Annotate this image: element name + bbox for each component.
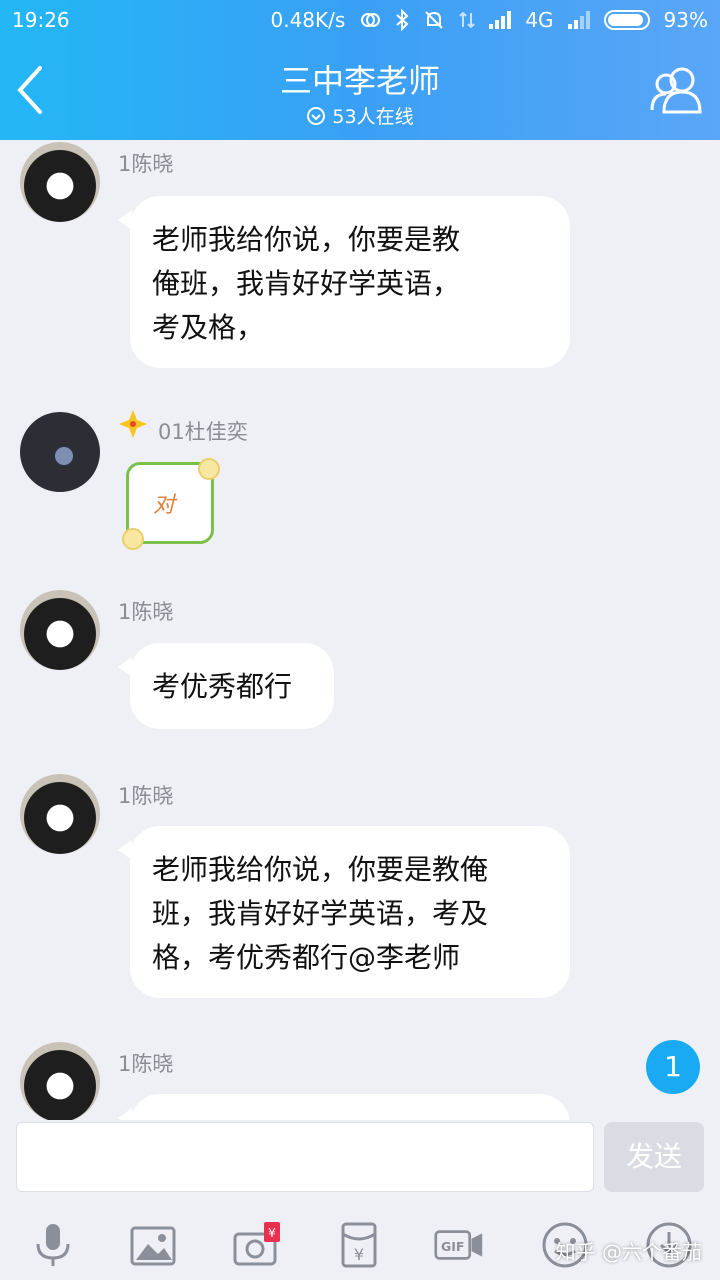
avatar-chenxiao[interactable] bbox=[20, 142, 100, 222]
svg-text:¥: ¥ bbox=[354, 1245, 364, 1264]
chevron-circle-icon bbox=[307, 106, 326, 125]
message-line: 考优秀都行 bbox=[152, 670, 293, 703]
sticker-text: 对 bbox=[153, 493, 176, 518]
network-type: 4G bbox=[525, 8, 554, 32]
bluetooth-icon bbox=[396, 9, 409, 31]
status-icons: 0.48K/s 4G 93% bbox=[271, 8, 709, 32]
send-button[interactable]: 发送 bbox=[604, 1122, 704, 1192]
gif-icon[interactable]: GIF bbox=[434, 1220, 484, 1270]
svg-text:¥: ¥ bbox=[268, 1226, 276, 1240]
flower-icon bbox=[198, 458, 220, 480]
message-line: 老师我给你说，你要是教俺 bbox=[152, 853, 489, 886]
sender-name: 1陈晓 bbox=[118, 152, 174, 176]
message-line: 俺班，我肯好好学英语， bbox=[152, 267, 461, 300]
header: 19:26 0.48K/s 4G 93% 三中李老师 53人在线 bbox=[0, 0, 720, 140]
sticker-message[interactable]: 对 bbox=[118, 452, 230, 552]
battery-percent: 93% bbox=[663, 8, 708, 32]
status-bar: 19:26 0.48K/s 4G 93% bbox=[0, 0, 720, 40]
nav-bar: 三中李老师 53人在线 bbox=[0, 40, 720, 140]
network-speed: 0.48K/s bbox=[270, 8, 346, 32]
chat-title: 三中李老师 bbox=[279, 62, 440, 100]
message-line: 老师我给你说，你要是教 bbox=[152, 223, 461, 256]
message-line: 格，考优秀都行@李老师 bbox=[152, 941, 461, 974]
mic-icon[interactable] bbox=[28, 1220, 78, 1270]
chat-area[interactable]: 1陈晓 老师我给你说，你要是教 俺班，我肯好好学英语， 考及格， 01杜佳奕 对… bbox=[0, 140, 720, 1120]
message-bubble[interactable]: 老师我给你说，你要是教 俺班，我肯好好学英语， 考及格， bbox=[118, 196, 570, 368]
message-line: 班，我肯好好学英语，考及 bbox=[152, 897, 489, 930]
avatar-chenxiao[interactable] bbox=[20, 1042, 100, 1120]
data-transfer-icon bbox=[459, 11, 476, 29]
online-count: 53人在线 bbox=[332, 106, 414, 128]
sender-name: 01杜佳奕 bbox=[158, 420, 248, 444]
avatar-chenxiao[interactable] bbox=[20, 774, 100, 854]
sender-name: 1陈晓 bbox=[118, 1052, 174, 1076]
sync-icon bbox=[361, 13, 381, 27]
message-bubble[interactable]: 老师我给你说，你要是教俺 班，我肯好好学英语，考及 格，考优秀都行@李老师 bbox=[118, 826, 570, 998]
mute-icon bbox=[425, 11, 444, 29]
camera-icon[interactable]: ¥ bbox=[232, 1220, 282, 1270]
message-bubble[interactable] bbox=[118, 1094, 570, 1120]
svg-text:GIF: GIF bbox=[441, 1239, 464, 1254]
battery-icon bbox=[603, 10, 650, 30]
unread-badge[interactable]: 1 bbox=[646, 1040, 700, 1094]
member-badge-icon bbox=[119, 410, 147, 438]
group-members-icon[interactable] bbox=[648, 64, 704, 116]
watermark: 知乎 @六个番茄 bbox=[555, 1240, 702, 1264]
sender-name: 1陈晓 bbox=[118, 600, 174, 624]
avatar-chenxiao[interactable] bbox=[20, 590, 100, 670]
online-count-row: 53人在线 bbox=[0, 102, 720, 129]
avatar-dujiayi[interactable] bbox=[20, 412, 100, 492]
signal-icon-2 bbox=[567, 11, 590, 29]
status-time: 19:26 bbox=[12, 8, 70, 32]
image-icon[interactable] bbox=[128, 1220, 178, 1270]
message-line: 考及格， bbox=[152, 311, 265, 344]
red-packet-icon[interactable]: ¥ bbox=[334, 1220, 384, 1270]
sender-name: 1陈晓 bbox=[118, 784, 174, 808]
signal-icon bbox=[489, 11, 512, 29]
message-input[interactable] bbox=[16, 1122, 594, 1192]
flower-icon bbox=[122, 528, 144, 550]
message-bubble[interactable]: 考优秀都行 bbox=[118, 643, 334, 729]
